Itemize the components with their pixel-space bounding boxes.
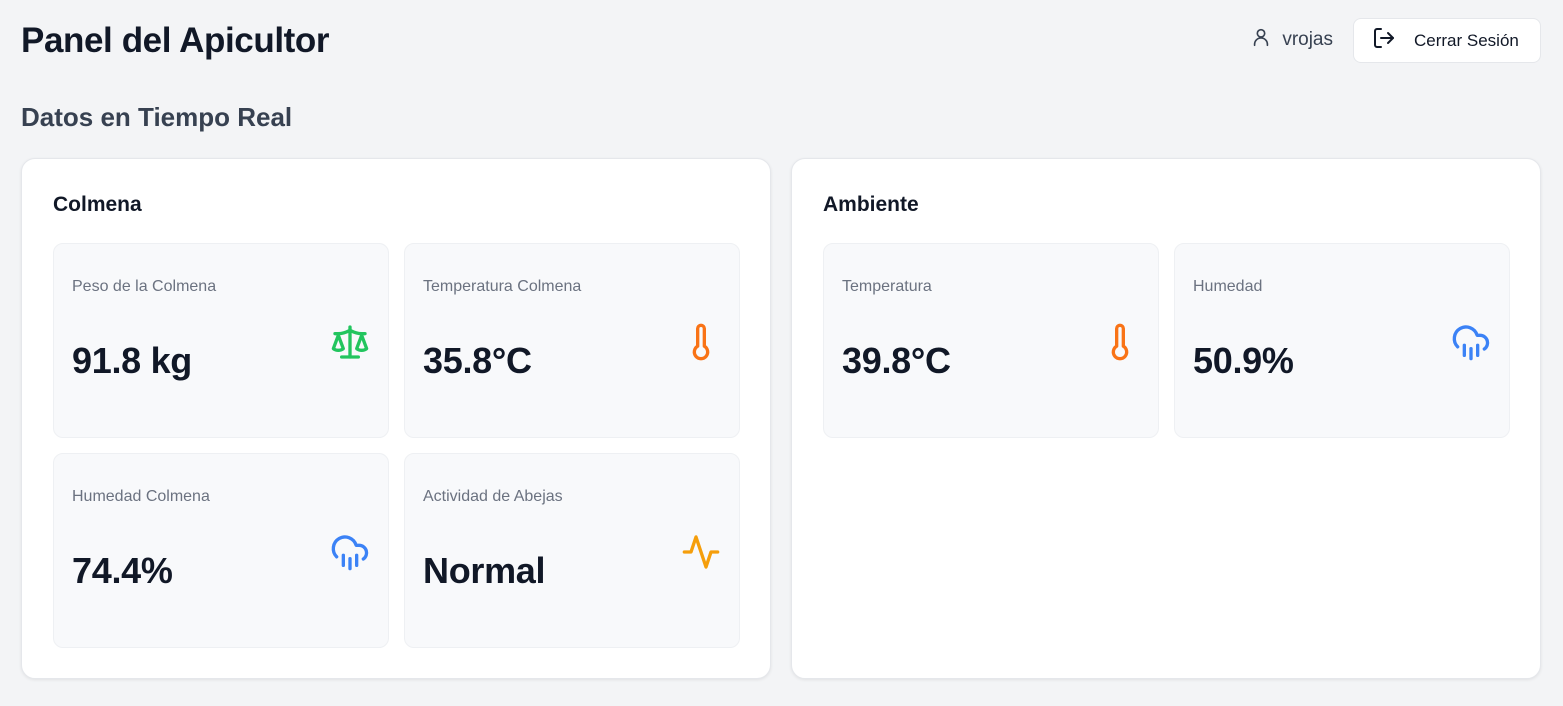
metric-ambient-humidity: Humedad 50.9% — [1174, 243, 1510, 438]
metric-value: 91.8 kg — [72, 340, 192, 381]
user-info: vrojas — [1250, 26, 1333, 54]
thermometer-icon — [1100, 322, 1140, 362]
metric-hive-weight: Peso de la Colmena 91.8 kg — [53, 243, 389, 438]
metric-label: Temperatura Colmena — [423, 278, 582, 295]
metric-ambient-temperature: Temperatura 39.8°C — [823, 243, 1159, 438]
section-title: Datos en Tiempo Real — [21, 102, 293, 132]
activity-icon — [681, 532, 721, 572]
metric-value: 39.8°C — [842, 340, 951, 381]
metric-value: 74.4% — [72, 550, 173, 591]
dashboard-page: Panel del Apicultor vrojas Cerrar Sesión… — [0, 0, 1563, 706]
thermometer-icon — [681, 322, 721, 362]
metric-label: Humedad Colmena — [72, 488, 210, 505]
cloud-rain-icon — [1451, 322, 1491, 362]
metric-label: Humedad — [1193, 278, 1263, 295]
metric-label: Peso de la Colmena — [72, 278, 217, 295]
username: vrojas — [1282, 29, 1333, 50]
page-title: Panel del Apicultor — [21, 21, 330, 60]
cloud-rain-icon — [330, 532, 370, 572]
metric-value: 50.9% — [1193, 340, 1294, 381]
card-title: Colmena — [53, 193, 142, 216]
metric-hive-humidity: Humedad Colmena 74.4% — [53, 453, 389, 648]
scale-icon — [330, 322, 370, 362]
metric-label: Temperatura — [842, 278, 932, 295]
logout-button[interactable]: Cerrar Sesión — [1353, 18, 1541, 63]
colmena-card: Colmena Peso de la Colmena 91.8 kg Tempe… — [21, 158, 771, 679]
metric-value: 35.8°C — [423, 340, 532, 381]
metric-hive-temperature: Temperatura Colmena 35.8°C — [404, 243, 740, 438]
card-title: Ambiente — [823, 193, 919, 216]
logout-icon — [1372, 26, 1396, 55]
logout-label: Cerrar Sesión — [1414, 30, 1519, 50]
metric-value: Normal — [423, 550, 546, 591]
user-icon — [1250, 26, 1272, 54]
ambiente-card: Ambiente Temperatura 39.8°C Humedad 50.9… — [791, 158, 1541, 679]
metric-label: Actividad de Abejas — [423, 488, 563, 505]
metric-bee-activity: Actividad de Abejas Normal — [404, 453, 740, 648]
